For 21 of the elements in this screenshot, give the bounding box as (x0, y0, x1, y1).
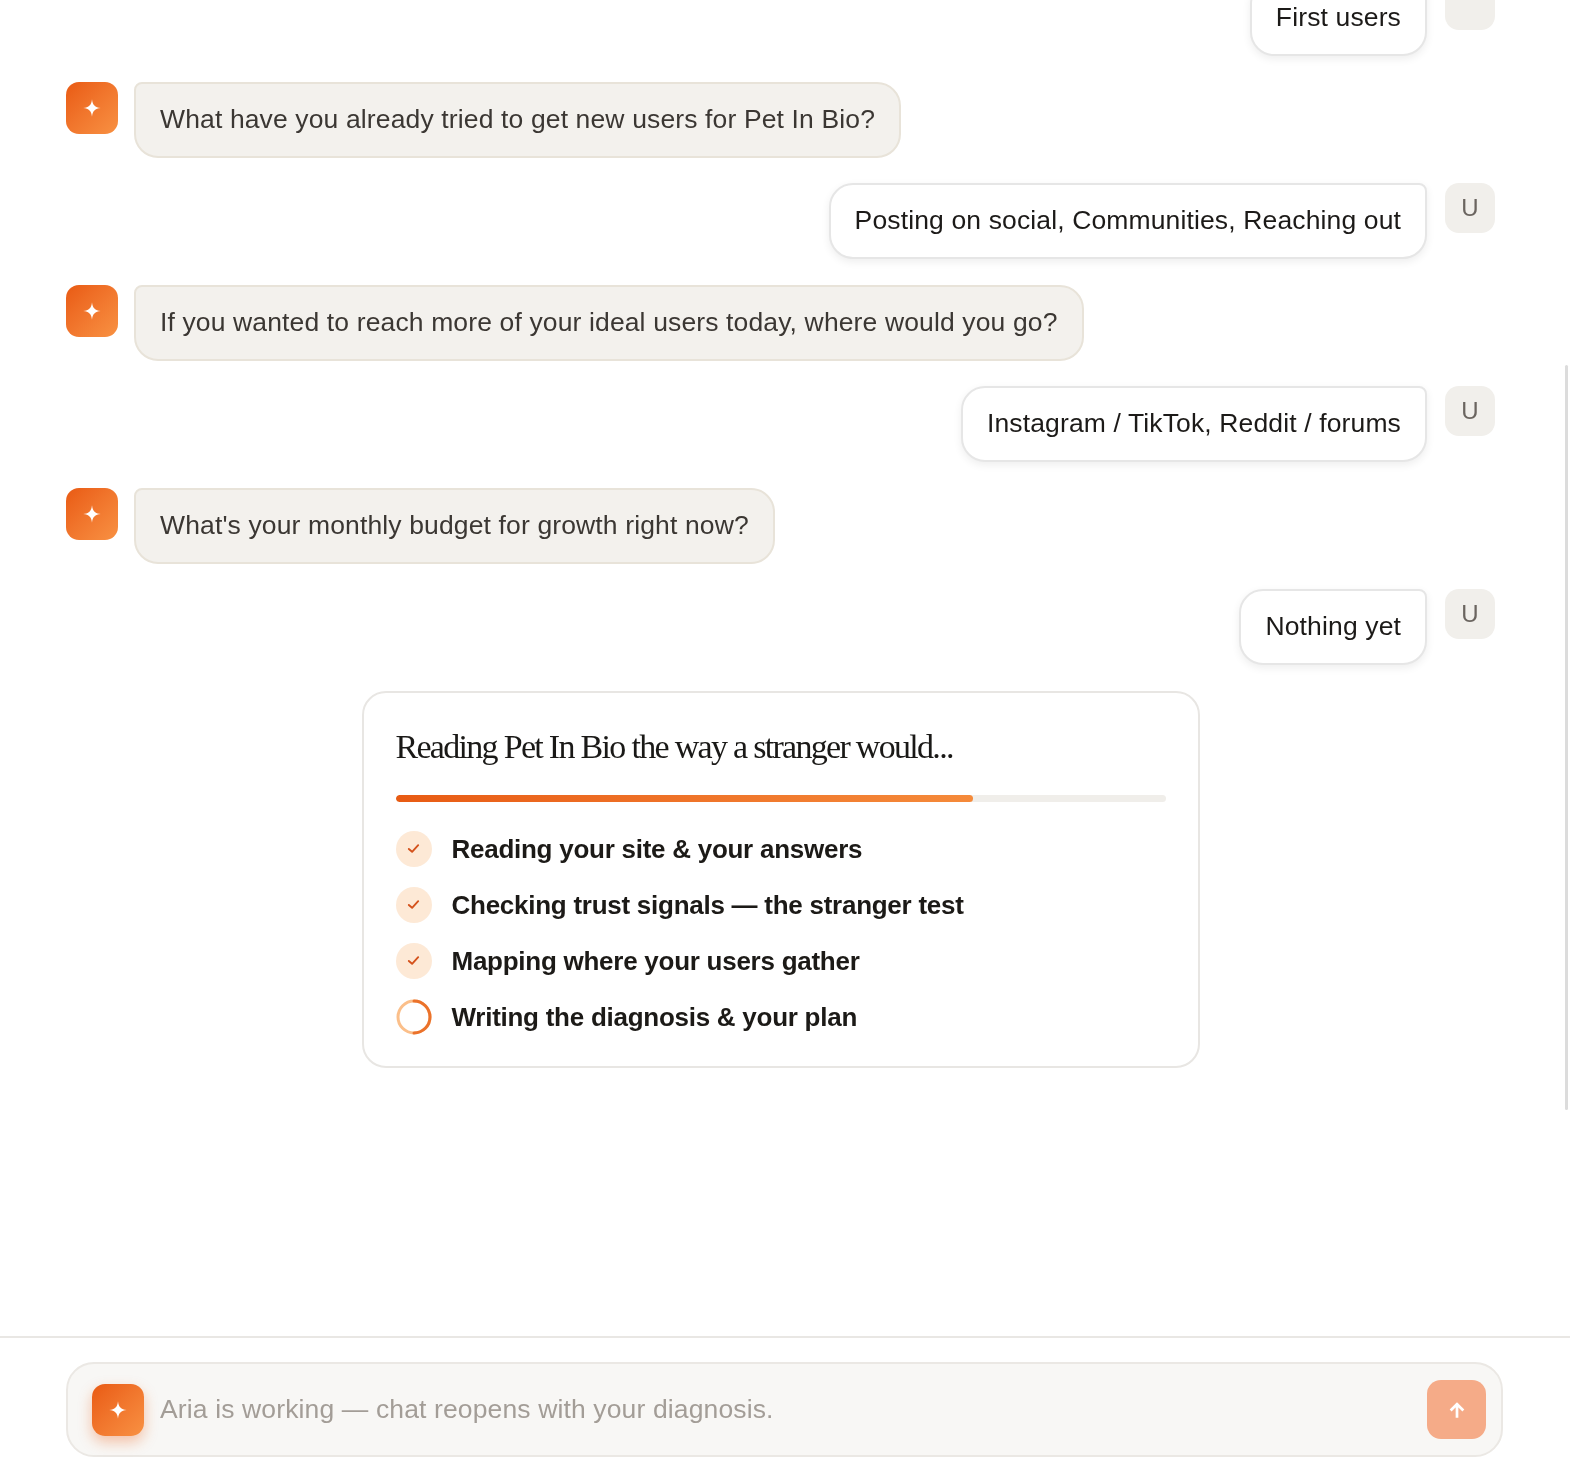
assistant-message: If you wanted to reach more of your ideal users today, where would you go? (134, 284, 1084, 361)
step-label: Reading your site & your answers (451, 832, 863, 866)
sparkle-icon (92, 1383, 144, 1436)
sparkle-icon (66, 81, 118, 134)
user-avatar: U (1445, 386, 1495, 436)
user-message: Posting on social, Communities, Reaching out (828, 183, 1427, 259)
user-avatar: U (1445, 183, 1495, 233)
user-message: Nothing yet (1239, 589, 1427, 665)
step-label: Checking trust signals — the stranger test (451, 888, 964, 922)
step-label: Writing the diagnosis & your plan (451, 1000, 858, 1034)
step-label: Mapping where your users gather (451, 944, 860, 978)
assistant-message: What's your monthly budget for growth right now? (134, 487, 775, 564)
user-avatar: U (1445, 589, 1495, 639)
card-title: Reading Pet In Bio the way a stranger would... (395, 726, 954, 767)
scrollbar-thumb[interactable] (1565, 365, 1568, 1110)
arrow-up-icon (1447, 1400, 1466, 1419)
assistant-message: What have you already tried to get new users for Pet In Bio? (134, 81, 901, 158)
user-message: Instagram / TikTok, Reddit / forums (960, 386, 1427, 462)
sparkle-icon (66, 487, 118, 540)
user-message: First users (1249, 0, 1427, 56)
sparkle-icon (66, 284, 118, 337)
